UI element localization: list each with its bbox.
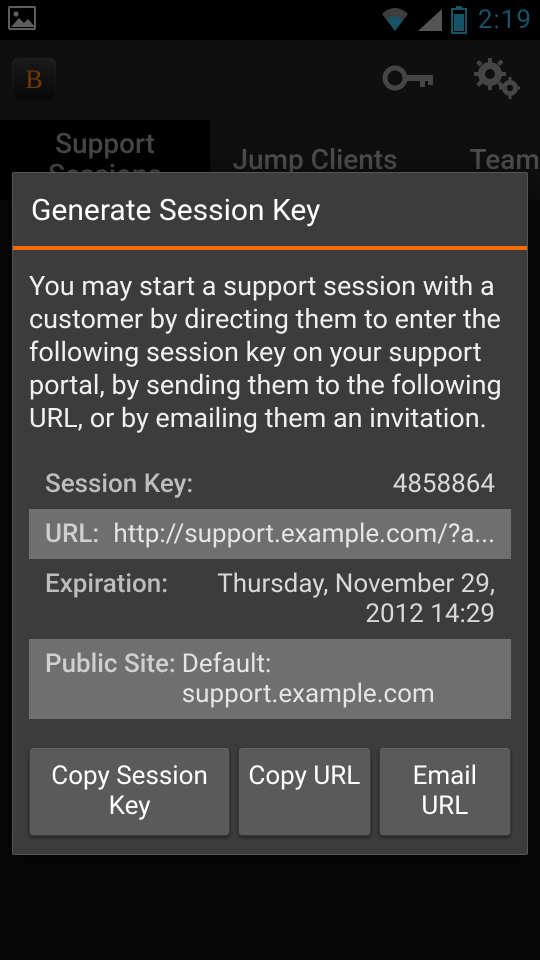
expiration-label: Expiration: bbox=[45, 569, 174, 629]
generate-session-key-dialog: Generate Session Key You may start a sup… bbox=[12, 172, 528, 855]
url-value: http://support.example.com/?a... bbox=[105, 519, 495, 549]
dialog-info-block: Session Key: 4858864 URL: http://support… bbox=[29, 459, 511, 719]
row-expiration: Expiration: Thursday, November 29, 2012 … bbox=[29, 559, 511, 639]
expiration-value: Thursday, November 29, 2012 14:29 bbox=[174, 569, 495, 629]
email-url-button[interactable]: Email URL bbox=[379, 747, 511, 837]
session-key-label: Session Key: bbox=[45, 469, 199, 499]
dialog-title: Generate Session Key bbox=[13, 173, 527, 246]
dialog-description: You may start a support session with a c… bbox=[29, 270, 511, 435]
dialog-button-row: Copy Session Key Copy URL Email URL bbox=[13, 735, 527, 855]
row-url: URL: http://support.example.com/?a... bbox=[29, 509, 511, 559]
copy-url-button[interactable]: Copy URL bbox=[238, 747, 370, 837]
public-site-value: Default: support.example.com bbox=[182, 649, 495, 709]
dialog-body: You may start a support session with a c… bbox=[13, 250, 527, 735]
row-public-site: Public Site: Default: support.example.co… bbox=[29, 639, 511, 719]
url-label: URL: bbox=[45, 519, 105, 549]
public-site-label: Public Site: bbox=[45, 649, 182, 709]
session-key-value: 4858864 bbox=[199, 469, 495, 499]
copy-session-key-button[interactable]: Copy Session Key bbox=[29, 747, 230, 837]
row-session-key: Session Key: 4858864 bbox=[29, 459, 511, 509]
